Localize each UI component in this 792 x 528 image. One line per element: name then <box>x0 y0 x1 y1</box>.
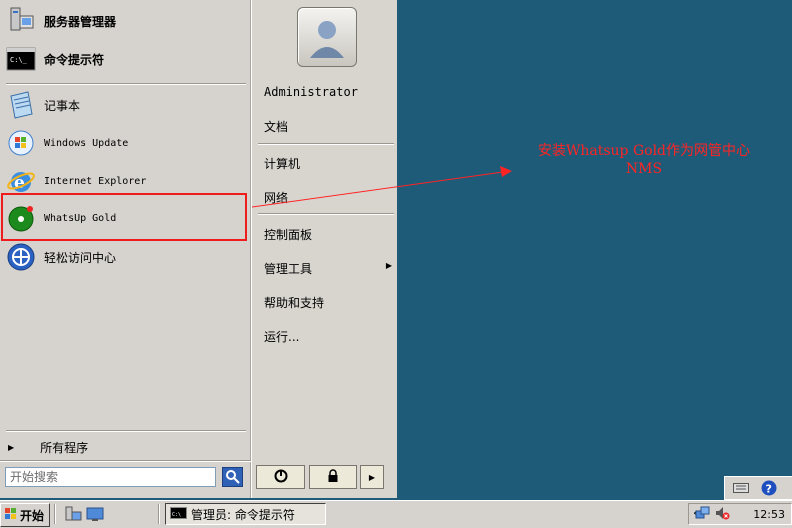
svg-text:C:\: C:\ <box>172 512 181 518</box>
cmd-icon: C:\ <box>170 506 187 523</box>
keyboard-icon[interactable] <box>733 481 749 498</box>
help-icon[interactable]: ? <box>761 480 777 499</box>
taskbar-separator <box>54 504 56 524</box>
network-icon[interactable] <box>695 505 711 524</box>
clock[interactable]: 12:53 <box>753 508 785 521</box>
windows-logo-icon <box>4 507 18 524</box>
annotation-line: NMS <box>625 161 663 177</box>
taskbar-button-label: 管理员: 命令提示符 <box>191 507 295 522</box>
start-label: 开始 <box>20 508 45 523</box>
svg-text:?: ? <box>766 483 772 496</box>
annotation-line: 安装Whatsup Gold作为网管中心 <box>537 143 751 159</box>
start-button[interactable]: 开始 <box>0 503 50 527</box>
annotation-arrow <box>251 166 512 208</box>
tray-toolbar: ? <box>724 476 792 500</box>
system-tray: 12:53 <box>688 503 792 525</box>
volume-muted-icon[interactable] <box>714 505 730 524</box>
taskbar-separator <box>158 504 160 524</box>
taskbar-button-command-prompt[interactable]: C:\ 管理员: 命令提示符 <box>165 503 326 525</box>
server-manager-quicklaunch-icon[interactable] <box>64 506 82 525</box>
annotation-text: 安装Whatsup Gold作为网管中心 NMS <box>516 142 772 178</box>
show-desktop-icon[interactable] <box>86 506 104 525</box>
taskbar: 开始 C:\ 管理员: 命令提示符 « 12:53 <box>0 500 792 528</box>
